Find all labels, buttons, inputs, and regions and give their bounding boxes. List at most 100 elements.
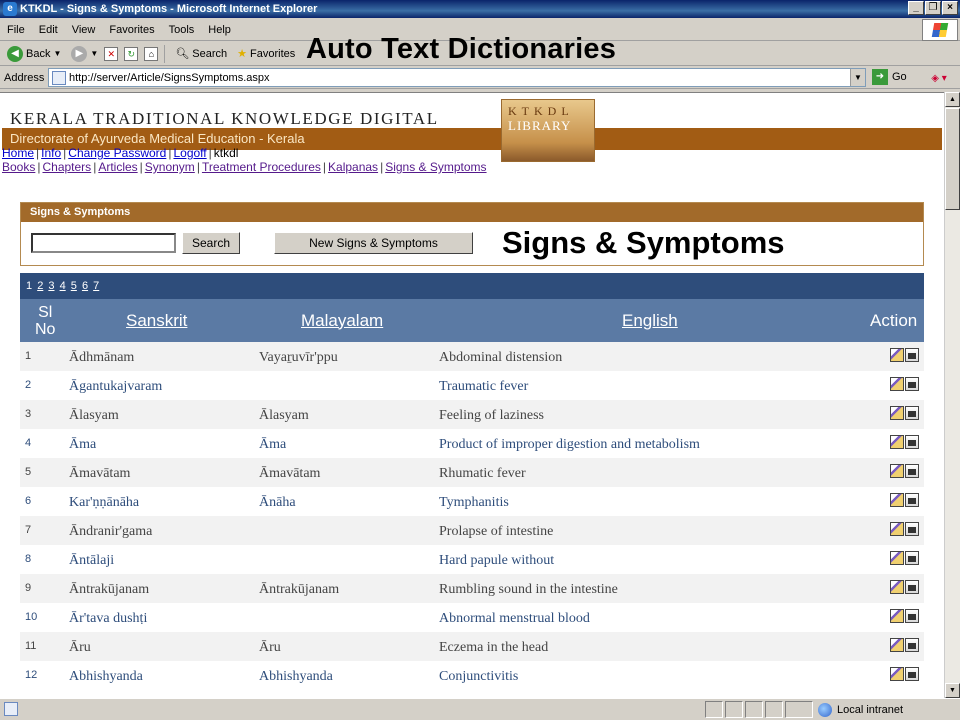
- restore-button[interactable]: ❐: [925, 1, 941, 15]
- edit-icon[interactable]: [890, 551, 904, 565]
- cell-english: Rhumatic fever: [439, 466, 526, 481]
- nav-synonym-link[interactable]: Synonym: [145, 160, 195, 174]
- menu-favorites[interactable]: Favorites: [102, 24, 161, 36]
- globe-icon: [818, 702, 832, 717]
- search-input[interactable]: [31, 233, 176, 253]
- delete-icon[interactable]: [905, 551, 919, 565]
- favorites-star-icon: ★: [237, 48, 248, 60]
- page-link-1[interactable]: 1: [26, 280, 32, 292]
- stop-icon[interactable]: ✕: [104, 46, 119, 61]
- edit-icon[interactable]: [890, 406, 904, 420]
- user-nav: Home | Info | Change Password | Logoff | ktkdl: [2, 146, 239, 160]
- menu-view[interactable]: View: [65, 24, 103, 36]
- cell-english: Tymphanitis: [439, 495, 509, 510]
- close-button[interactable]: ×: [942, 1, 958, 15]
- edit-icon[interactable]: [890, 464, 904, 478]
- menu-file[interactable]: File: [0, 24, 32, 36]
- new-signs-symptoms-button[interactable]: New Signs & Symptoms: [274, 232, 473, 254]
- delete-icon[interactable]: [905, 638, 919, 652]
- cell-malayalam: Āntrakūjanam: [259, 582, 340, 597]
- row-actions: [890, 580, 920, 595]
- scroll-down-icon[interactable]: ▼: [945, 683, 960, 698]
- favorites-button[interactable]: ★ Favorites: [234, 47, 298, 61]
- nav-info-link[interactable]: Info: [41, 146, 61, 160]
- col-header-malayalam[interactable]: Malayalam: [301, 299, 383, 342]
- status-segment: [745, 701, 763, 718]
- nav-books-link[interactable]: Books: [2, 160, 35, 174]
- page-link-2[interactable]: 2: [37, 280, 43, 292]
- edit-icon[interactable]: [890, 522, 904, 536]
- edit-icon[interactable]: [890, 580, 904, 594]
- toolbar-extension-icon[interactable]: ◈ ▾: [924, 69, 954, 87]
- edit-icon[interactable]: [890, 609, 904, 623]
- page-link-4[interactable]: 4: [60, 280, 66, 292]
- nav-treatment-procedures-link[interactable]: Treatment Procedures: [202, 160, 321, 174]
- minimize-button[interactable]: _: [908, 1, 924, 15]
- home-icon[interactable]: ⌂: [144, 46, 159, 61]
- nav-kalpanas-link[interactable]: Kalpanas: [328, 160, 378, 174]
- overlay-caption-auto-text: Auto Text Dictionaries: [306, 33, 617, 65]
- status-bar: Local intranet: [0, 698, 960, 720]
- edit-icon[interactable]: [890, 348, 904, 362]
- edit-icon[interactable]: [890, 493, 904, 507]
- menu-help[interactable]: Help: [201, 24, 238, 36]
- table-body: 1 Ādhmānam Vayaṟuvīr'ppu Abdominal distensi…: [20, 342, 924, 690]
- cell-sl-no: 11: [25, 640, 37, 652]
- menu-tools[interactable]: Tools: [162, 24, 202, 36]
- table-row: 5 Āmavātam Āmavātam Rhumatic fever: [20, 458, 924, 487]
- edit-icon[interactable]: [890, 377, 904, 391]
- banner-subtitle: Directorate of Ayurveda Medical Educatio…: [10, 131, 305, 146]
- delete-icon[interactable]: [905, 580, 919, 594]
- address-field[interactable]: http://server/Article/SignsSymptoms.aspx…: [48, 68, 866, 87]
- scroll-up-icon[interactable]: ▲: [945, 92, 960, 107]
- nav-signs-symptoms-link[interactable]: Signs & Symptoms: [385, 160, 486, 174]
- cell-english: Product of improper digestion and metabo…: [439, 437, 700, 452]
- col-header-sanskrit[interactable]: Sanskrit: [126, 299, 187, 342]
- forward-dropdown-icon[interactable]: ▼: [90, 49, 98, 58]
- delete-icon[interactable]: [905, 435, 919, 449]
- refresh-icon[interactable]: ↻: [124, 46, 139, 61]
- col-header-english[interactable]: English: [622, 299, 678, 342]
- row-actions: [890, 493, 920, 508]
- table-header: Sl No Sanskrit Malayalam English Action: [20, 299, 924, 342]
- cell-sl-no: 8: [25, 553, 32, 565]
- back-dropdown-icon[interactable]: ▼: [53, 49, 61, 58]
- delete-icon[interactable]: [905, 377, 919, 391]
- address-url[interactable]: http://server/Article/SignsSymptoms.aspx: [69, 72, 270, 84]
- row-actions: [890, 435, 920, 450]
- nav-home-link[interactable]: Home: [2, 146, 34, 160]
- cell-sl-no: 5: [25, 466, 32, 478]
- menu-edit[interactable]: Edit: [32, 24, 65, 36]
- go-button[interactable]: ➜ Go: [872, 69, 907, 85]
- table-row: 1 Ādhmānam Vayaṟuvīr'ppu Abdominal distensi…: [20, 342, 924, 371]
- cell-english: Eczema in the head: [439, 640, 549, 655]
- vertical-scrollbar[interactable]: ▲ ▼: [944, 92, 960, 698]
- cell-sanskrit: Āndranir'gama: [69, 524, 153, 539]
- delete-icon[interactable]: [905, 464, 919, 478]
- page-link-5[interactable]: 5: [71, 280, 77, 292]
- search-button[interactable]: 🔍︎ Search: [172, 47, 230, 61]
- search-submit-button[interactable]: Search: [182, 232, 240, 254]
- delete-icon[interactable]: [905, 493, 919, 507]
- scroll-thumb[interactable]: [945, 108, 960, 210]
- nav-change-password-link[interactable]: Change Password: [68, 146, 166, 160]
- delete-icon[interactable]: [905, 406, 919, 420]
- edit-icon[interactable]: [890, 435, 904, 449]
- page-link-7[interactable]: 7: [93, 280, 99, 292]
- edit-icon[interactable]: [890, 638, 904, 652]
- delete-icon[interactable]: [905, 522, 919, 536]
- nav-chapters-link[interactable]: Chapters: [42, 160, 91, 174]
- back-button[interactable]: ◀ Back ▼: [4, 45, 64, 62]
- nav-articles-link[interactable]: Articles: [98, 160, 137, 174]
- delete-icon[interactable]: [905, 609, 919, 623]
- address-dropdown-icon[interactable]: ▼: [850, 69, 865, 86]
- delete-icon[interactable]: [905, 667, 919, 681]
- forward-button[interactable]: ▶ ▼: [68, 45, 101, 62]
- edit-icon[interactable]: [890, 667, 904, 681]
- page-link-6[interactable]: 6: [82, 280, 88, 292]
- address-label: Address: [4, 71, 45, 84]
- nav-logoff-link[interactable]: Logoff: [173, 146, 206, 160]
- content-nav: Books | Chapters | Articles | Synonym | Treatmen…: [2, 160, 487, 174]
- delete-icon[interactable]: [905, 348, 919, 362]
- page-link-3[interactable]: 3: [48, 280, 54, 292]
